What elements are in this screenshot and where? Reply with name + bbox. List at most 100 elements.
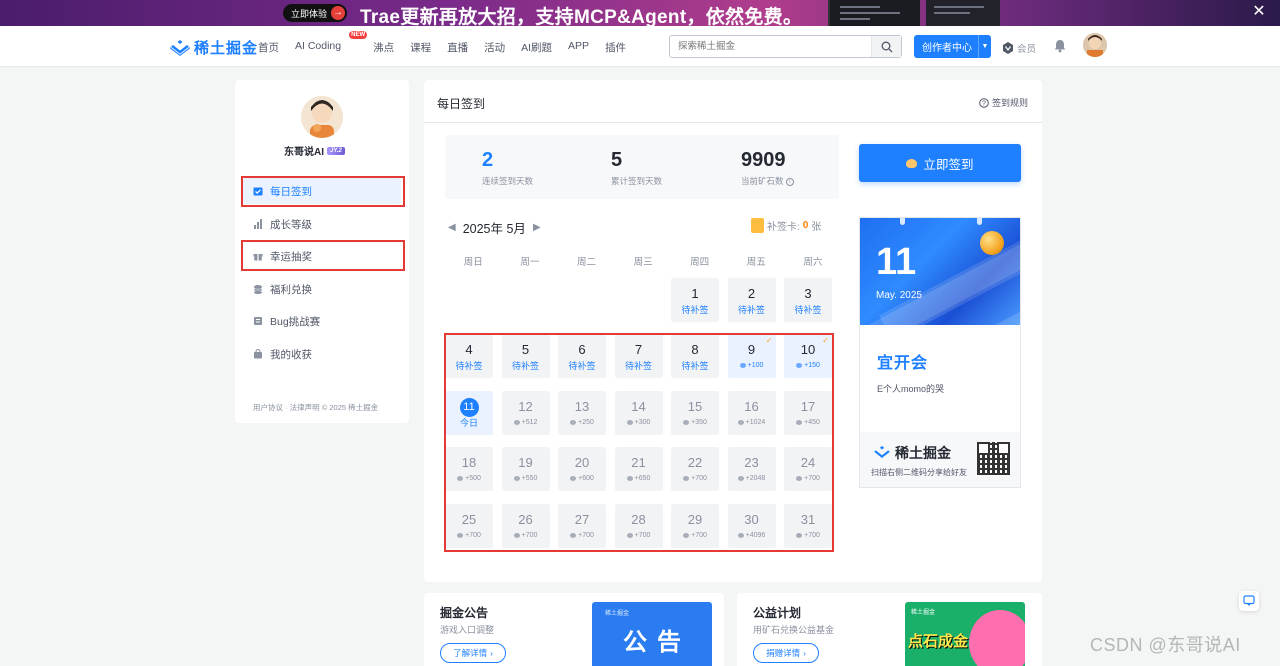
gift-icon	[253, 254, 263, 261]
notification-bell-icon[interactable]	[1053, 39, 1067, 56]
day-status: +4096	[728, 530, 776, 542]
sidebar-item-daily-checkin[interactable]: 每日签到	[243, 178, 401, 204]
notice-image-brand: 稀土掘金	[605, 611, 630, 617]
nav-plugins[interactable]: 插件	[605, 40, 626, 55]
ore-icon	[683, 419, 690, 425]
profile-avatar[interactable]	[301, 96, 343, 138]
chevron-right-icon[interactable]: ▶	[533, 222, 541, 233]
creator-center-button[interactable]: 创作者中心 ▼	[914, 35, 991, 58]
calendar-day-1[interactable]: 1 待补签	[671, 278, 719, 322]
vip-link[interactable]: 会员	[1002, 41, 1036, 55]
calendar-day-16[interactable]: 16 +1024	[727, 391, 776, 435]
nav-home[interactable]: 首页	[258, 40, 279, 55]
calendar-day-20[interactable]: 20 +600	[558, 447, 606, 491]
calendar-day-10[interactable]: 10 +150 ✓	[784, 334, 832, 378]
day-number: 13	[574, 399, 590, 414]
nav-pins[interactable]: 沸点	[373, 40, 394, 55]
calendar-day-30[interactable]: 30 +4096	[727, 504, 776, 548]
calendar-day-14[interactable]: 14 +300	[614, 391, 663, 435]
calendar-day-17[interactable]: 17 +450	[784, 391, 832, 435]
search-input[interactable]	[670, 36, 865, 57]
calendar-day-4[interactable]: 4 待补签	[445, 334, 493, 378]
calendar-day-8[interactable]: 8 待补签	[671, 334, 719, 378]
day-status: +600	[558, 473, 606, 485]
ore-icon	[683, 532, 690, 538]
day-status: +700	[784, 473, 832, 485]
nav-ai-practice[interactable]: AI刷题	[521, 40, 552, 55]
calendar-day-19[interactable]: 19 +550	[501, 447, 550, 491]
charity-image[interactable]: 稀土掘金 点石成金	[905, 602, 1025, 666]
calendar-day-11[interactable]: 11 今日	[445, 391, 493, 435]
day-number: 7	[634, 342, 643, 357]
checkin-now-button[interactable]: 立即签到	[859, 144, 1021, 182]
day-number: 31	[800, 512, 816, 527]
calendar-day-2[interactable]: 2 待补签	[727, 278, 776, 322]
calendar-day-29[interactable]: 29 +700	[671, 504, 719, 548]
calendar-day-24[interactable]: 24 +700	[784, 447, 832, 491]
calendar-day-23[interactable]: 23 +2048	[727, 447, 776, 491]
sidebar-item-my-harvest[interactable]: 我的收获	[243, 341, 401, 367]
calendar-day-28[interactable]: 28 +700	[614, 504, 663, 548]
chevron-down-icon[interactable]: ▼	[978, 35, 991, 58]
day-number: 15	[687, 399, 703, 414]
day-number: 1	[691, 286, 699, 301]
sidebar-footer[interactable]: 用户协议 · 法律声明 © 2025 稀土掘金	[253, 402, 378, 413]
calendar-day-13[interactable]: 13 +250	[558, 391, 606, 435]
calendar-day-31[interactable]: 31 +700	[784, 504, 832, 548]
calendar-day-9[interactable]: 9 +100 ✓	[727, 334, 776, 378]
nav-ai-coding[interactable]: AI Coding NEW	[295, 31, 368, 55]
notice-image[interactable]: 稀土掘金 公告	[592, 602, 712, 666]
poster-banner: 11 May. 2025	[860, 218, 1020, 325]
calendar-day-12[interactable]: 12 +512	[501, 391, 550, 435]
sidebar-item-growth-level[interactable]: 成长等级	[243, 211, 401, 237]
calendar-day-26[interactable]: 26 +700	[501, 504, 550, 548]
promo-banner[interactable]: 立即体验 → Trae更新再放大招，支持MCP&Agent，依然免费。 ✕	[0, 0, 1280, 28]
ore-icon	[737, 419, 744, 425]
day-status: +150	[784, 360, 832, 372]
calendar-day-18[interactable]: 18 +500	[445, 447, 493, 491]
day-number: 30	[744, 512, 759, 527]
poster-brand-text: 稀土掘金	[895, 445, 951, 461]
stat-label-row: 当前矿石数 i	[741, 175, 794, 187]
charity-more-button[interactable]: 捐赠详情 ›	[753, 643, 819, 663]
sidebar-item-label: Bug挑战赛	[270, 315, 321, 328]
weekday-label: 周五	[746, 257, 766, 268]
user-avatar[interactable]	[1083, 33, 1107, 57]
svg-text:?: ?	[982, 100, 986, 107]
day-status: 待补签	[681, 361, 709, 371]
day-number: 12	[518, 399, 533, 414]
calendar-day-27[interactable]: 27 +700	[558, 504, 606, 548]
search-icon	[881, 41, 892, 52]
hanger-decor	[977, 218, 982, 225]
juejin-logo[interactable]: 稀土掘金	[170, 37, 258, 58]
day-status: 待补签	[455, 361, 483, 371]
calendar-day-5[interactable]: 5 待补签	[501, 334, 550, 378]
nav-courses[interactable]: 课程	[410, 40, 431, 55]
close-icon[interactable]: ✕	[1250, 3, 1268, 21]
calendar-day-15[interactable]: 15 +350	[671, 391, 719, 435]
search-button[interactable]	[871, 36, 901, 57]
calendar-day-21[interactable]: 21 +650	[614, 447, 663, 491]
calendar-day-6[interactable]: 6 待补签	[558, 334, 606, 378]
calendar-day-22[interactable]: 22 +700	[671, 447, 719, 491]
page-title: 每日签到	[437, 97, 486, 111]
feedback-button[interactable]	[1239, 591, 1259, 611]
creator-center-label: 创作者中心	[922, 43, 972, 54]
checkin-rules-link[interactable]: ? 签到规则	[979, 96, 1028, 109]
sidebar-item-bug-challenge[interactable]: Bug挑战赛	[243, 308, 401, 334]
chevron-left-icon[interactable]: ◀	[448, 222, 456, 233]
calendar-day-3[interactable]: 3 待补签	[784, 278, 832, 322]
calendar-day-7[interactable]: 7 待补签	[614, 334, 663, 378]
sidebar-item-lucky-draw[interactable]: 幸运抽奖	[243, 243, 401, 269]
nav-events[interactable]: 活动	[484, 40, 505, 55]
notice-more-button[interactable]: 了解详情 ›	[440, 643, 506, 663]
vip-diamond-icon	[1003, 42, 1013, 54]
info-icon[interactable]: i	[785, 177, 794, 186]
day-number: 29	[687, 512, 703, 527]
day-number: 28	[631, 512, 646, 527]
try-now-button[interactable]: 立即体验 →	[283, 4, 347, 22]
sidebar-item-rewards-exchange[interactable]: 福利兑换	[243, 276, 401, 302]
nav-live[interactable]: 直播	[447, 40, 468, 55]
calendar-day-25[interactable]: 25 +700	[445, 504, 493, 548]
nav-app[interactable]: APP	[568, 40, 589, 55]
